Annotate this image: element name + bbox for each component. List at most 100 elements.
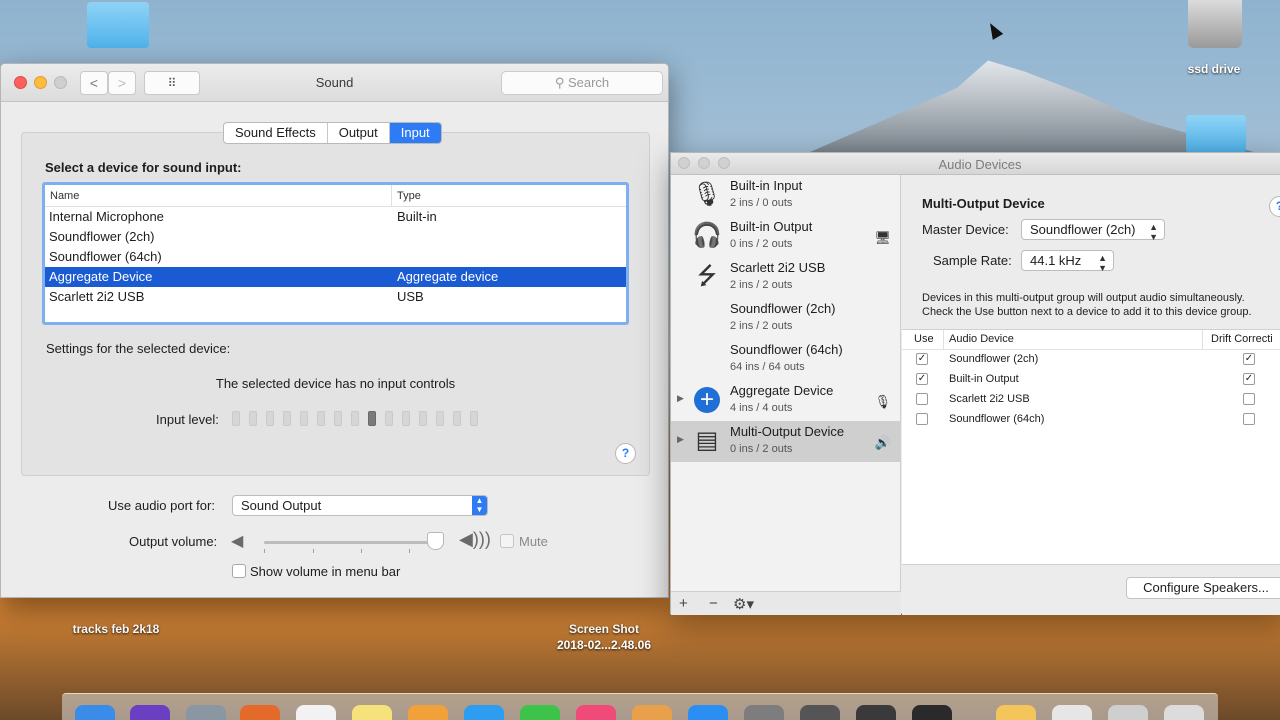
device-io-count: 2 ins / 2 outs: [730, 320, 793, 332]
help-button[interactable]: ?: [1269, 196, 1280, 217]
audio-midi-icon[interactable]: [856, 705, 896, 720]
level-segment: [232, 411, 240, 426]
table-row-selected[interactable]: Aggregate Device Aggregate device: [45, 267, 626, 287]
input-level-meter: [232, 411, 478, 426]
safari-icon[interactable]: [464, 705, 504, 720]
launchpad-icon[interactable]: [186, 705, 226, 720]
table-row: ✓ Soundflower (2ch) ✓: [902, 350, 1280, 370]
siri-icon[interactable]: [130, 705, 170, 720]
device-name: Scarlett 2i2 USB: [730, 260, 826, 275]
device-io-count: 0 ins / 2 outs: [730, 238, 793, 250]
info-line: Devices in this multi-output group will …: [922, 292, 1245, 304]
slider-tick: [264, 549, 265, 553]
drift-correction-checkbox[interactable]: ✓: [1243, 353, 1255, 365]
hdd-label: ssd drive: [1187, 62, 1241, 76]
master-device-value: Soundflower (2ch): [1030, 222, 1136, 237]
firefox-icon[interactable]: [240, 705, 280, 720]
table-row[interactable]: Scarlett 2i2 USB USB: [45, 287, 626, 307]
table-row: Scarlett 2i2 USB: [902, 390, 1280, 410]
remove-device-button[interactable]: −: [709, 595, 718, 612]
disk-utility-icon[interactable]: [800, 705, 840, 720]
audio-device-name: Soundflower (2ch): [949, 353, 1039, 365]
table-row[interactable]: Soundflower (2ch): [45, 227, 626, 247]
use-checkbox[interactable]: ✓: [916, 373, 928, 385]
table-header: Name Type: [45, 185, 626, 207]
master-device-select[interactable]: Soundflower (2ch) ▲ ▼: [1021, 219, 1165, 242]
drift-correction-checkbox[interactable]: [1243, 393, 1255, 405]
drift-correction-checkbox[interactable]: ✓: [1243, 373, 1255, 385]
desktop-folder-icon[interactable]: [1186, 115, 1246, 153]
document-stack-icon[interactable]: [1108, 705, 1148, 720]
use-checkbox[interactable]: [916, 413, 928, 425]
audio-port-label: Use audio port for:: [108, 498, 215, 513]
itunes-icon[interactable]: [576, 705, 616, 720]
input-device-table: Name Type Internal Microphone Built-in S…: [42, 182, 629, 325]
usb-icon: ⭍: [697, 263, 717, 290]
column-divider: [1202, 330, 1203, 350]
search-field[interactable]: ⚲ Search: [501, 71, 663, 95]
messages-icon[interactable]: [520, 705, 560, 720]
device-name: Soundflower (2ch): [49, 229, 155, 244]
column-header-audio-device[interactable]: Audio Device: [949, 333, 1014, 345]
table-row[interactable]: Internal Microphone Built-in: [45, 207, 626, 227]
column-header-name[interactable]: Name: [50, 190, 79, 202]
device-list-item[interactable]: 🎧 Built-in Output 0 ins / 2 outs 🖥: [671, 216, 901, 257]
device-list-item[interactable]: Soundflower (64ch) 64 ins / 64 outs: [671, 339, 901, 380]
device-name: Multi-Output Device: [730, 424, 845, 439]
ibooks-icon[interactable]: [632, 705, 672, 720]
device-name: Soundflower (2ch): [730, 301, 836, 316]
show-volume-checkbox[interactable]: [232, 564, 246, 578]
notes-icon[interactable]: [352, 705, 392, 720]
trash-icon[interactable]: [1164, 705, 1204, 720]
chevron-updown-icon: ▲ ▼: [1098, 253, 1107, 273]
tab-input[interactable]: Input: [389, 123, 441, 143]
device-title: Multi-Output Device: [922, 196, 1045, 211]
screen-capture-icon[interactable]: [912, 705, 952, 720]
app-store-icon[interactable]: [688, 705, 728, 720]
device-detail-pane: Multi-Output Device ? Master Device: Sou…: [902, 175, 1280, 615]
tab-sound-effects[interactable]: Sound Effects: [224, 123, 328, 143]
use-checkbox[interactable]: ✓: [916, 353, 928, 365]
photos-icon[interactable]: [408, 705, 448, 720]
device-list-item[interactable]: ▶ ▤ Multi-Output Device 0 ins / 2 outs 🔊: [671, 421, 901, 462]
disclosure-triangle-icon[interactable]: ▶: [677, 393, 684, 404]
drift-correction-checkbox[interactable]: [1243, 413, 1255, 425]
level-segment: [470, 411, 478, 426]
audio-devices-titlebar: Audio Devices: [671, 153, 1280, 175]
system-preferences-icon[interactable]: [744, 705, 784, 720]
help-button[interactable]: ?: [615, 443, 636, 464]
column-header-type[interactable]: Type: [397, 190, 421, 202]
column-header-use[interactable]: Use: [914, 333, 934, 345]
device-list-item[interactable]: ⭍ Scarlett 2i2 USB 2 ins / 2 outs: [671, 257, 901, 298]
add-device-button[interactable]: +: [679, 595, 688, 612]
device-list-item[interactable]: Soundflower (2ch) 2 ins / 2 outs: [671, 298, 901, 339]
audio-port-select[interactable]: Sound Output ▲ ▼: [232, 495, 488, 516]
window-title: Audio Devices: [938, 157, 1022, 172]
device-name: Aggregate Device: [49, 269, 153, 284]
configure-speakers-button[interactable]: Configure Speakers...: [1126, 577, 1280, 599]
level-segment: [419, 411, 427, 426]
output-volume-slider[interactable]: [264, 541, 444, 544]
device-list-item[interactable]: ▶ + Aggregate Device 4 ins / 4 outs 🎙: [671, 380, 901, 421]
sample-rate-select[interactable]: 44.1 kHz ▲ ▼: [1021, 250, 1114, 273]
gear-menu-button[interactable]: ⚙▾: [733, 595, 754, 613]
document-stack-icon[interactable]: [1052, 705, 1092, 720]
device-list-item[interactable]: 🎙 Built-in Input 2 ins / 0 outs: [671, 175, 901, 216]
level-segment: [385, 411, 393, 426]
disclosure-triangle-icon[interactable]: ▶: [677, 434, 684, 445]
use-checkbox[interactable]: [916, 393, 928, 405]
mute-label: Mute: [519, 534, 548, 549]
table-row[interactable]: Soundflower (64ch): [45, 247, 626, 267]
volume-slider-thumb[interactable]: [427, 532, 444, 550]
finder-icon[interactable]: [75, 705, 115, 720]
column-header-drift-correction[interactable]: Drift Correcti: [1211, 333, 1273, 345]
tab-output[interactable]: Output: [328, 123, 390, 143]
multi-output-info: Devices in this multi-output group will …: [922, 291, 1280, 319]
calendar-icon[interactable]: [296, 705, 336, 720]
mouse-cursor-icon: [984, 20, 1004, 40]
slider-tick: [313, 549, 314, 553]
downloads-stack-icon[interactable]: [996, 705, 1036, 720]
mute-checkbox[interactable]: [500, 534, 514, 548]
desktop-folder-icon[interactable]: [87, 2, 149, 48]
hard-drive-icon[interactable]: [1188, 0, 1242, 48]
